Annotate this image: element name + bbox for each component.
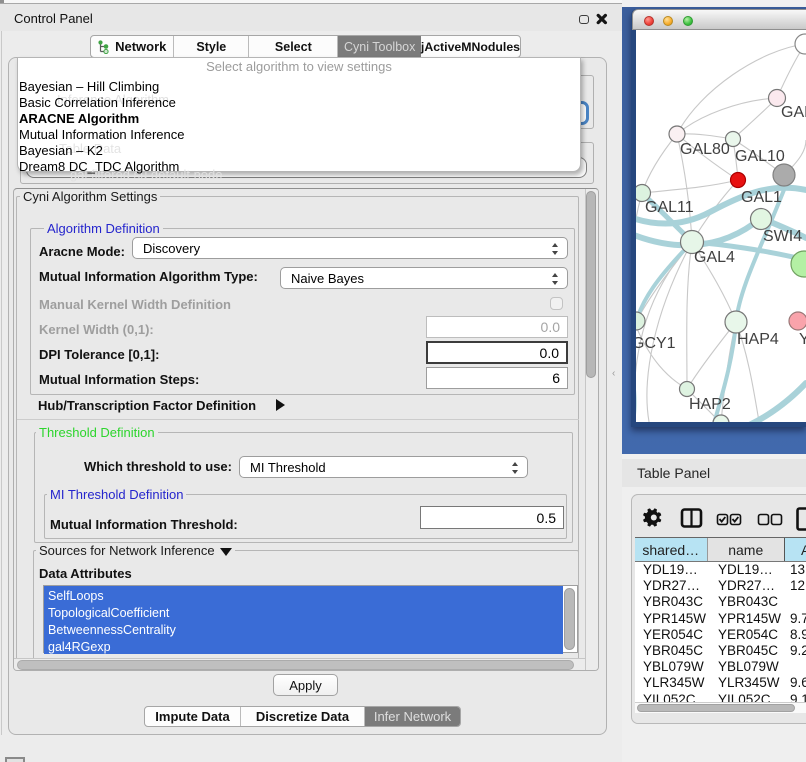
svg-text:GAL80: GAL80 — [680, 141, 730, 158]
svg-text:HAP2: HAP2 — [689, 396, 731, 413]
svg-text:SWI4: SWI4 — [763, 228, 802, 245]
svg-text:GAL7: GAL7 — [781, 104, 806, 121]
svg-text:YM: YM — [799, 331, 806, 348]
svg-text:HAP4: HAP4 — [737, 331, 779, 348]
svg-text:GAL1: GAL1 — [741, 189, 782, 206]
svg-text:GAL4: GAL4 — [694, 249, 735, 266]
svg-text:GCY1: GCY1 — [636, 335, 676, 352]
svg-text:GAL11: GAL11 — [645, 199, 694, 216]
svg-text:GAL10: GAL10 — [735, 148, 785, 165]
